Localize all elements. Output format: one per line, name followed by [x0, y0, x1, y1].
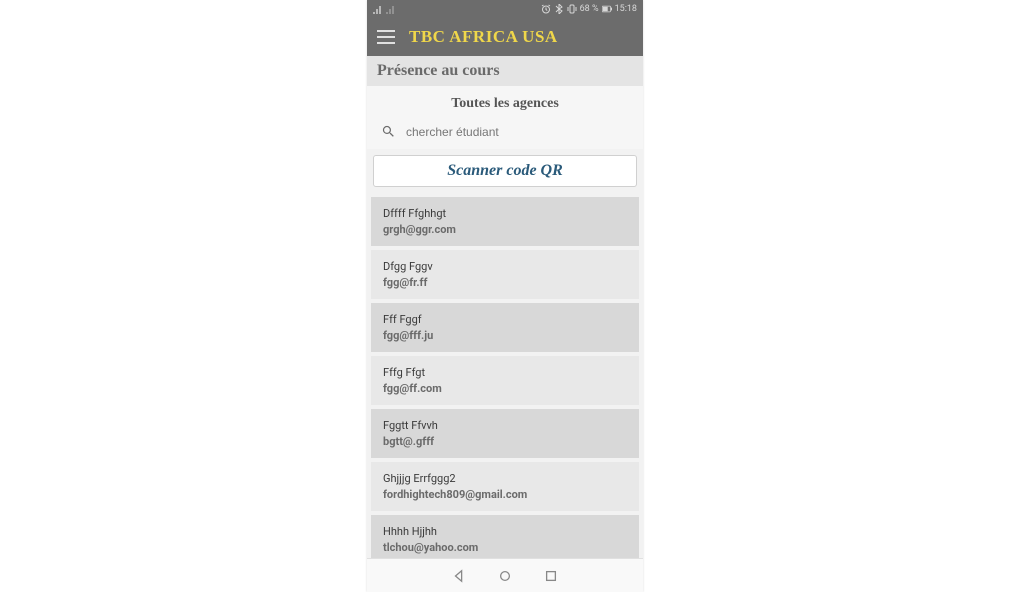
status-bar: 68 % 15:18 — [367, 0, 643, 18]
android-navbar — [367, 558, 643, 592]
signal-icon-2 — [386, 4, 396, 14]
alarm-icon — [541, 4, 551, 14]
student-name: Fffg Ffgt — [383, 366, 627, 379]
search-row — [367, 120, 643, 149]
menu-icon[interactable] — [377, 30, 395, 44]
battery-icon — [602, 4, 612, 14]
back-icon[interactable] — [452, 569, 466, 583]
student-name: Dfgg Fggv — [383, 260, 627, 273]
student-email: bgtt@.gfff — [383, 435, 627, 448]
agencies-label[interactable]: Toutes les agences — [367, 86, 643, 120]
phone-frame: 68 % 15:18 TBC AFRICA USA Présence au co… — [367, 0, 643, 592]
student-email: fordhightech809@gmail.com — [383, 488, 627, 501]
list-item[interactable]: Ghjjjg Errfggg2 fordhightech809@gmail.co… — [371, 462, 639, 511]
student-name: Ghjjjg Errfggg2 — [383, 472, 627, 485]
student-name: Fggtt Ffvvh — [383, 419, 627, 432]
home-icon[interactable] — [498, 569, 512, 583]
recent-icon[interactable] — [544, 569, 558, 583]
battery-percent: 68 % — [580, 4, 599, 14]
bluetooth-icon — [554, 4, 564, 14]
list-item[interactable]: Hhhh Hjjhh tlchou@yahoo.com — [371, 515, 639, 558]
list-item[interactable]: Dffff Ffghhgt grgh@ggr.com — [371, 197, 639, 246]
list-item[interactable]: Dfgg Fggv fgg@fr.ff — [371, 250, 639, 299]
scan-qr-button[interactable]: Scanner code QR — [373, 155, 637, 187]
vibrate-icon — [567, 4, 577, 14]
student-email: grgh@ggr.com — [383, 223, 627, 236]
search-icon — [381, 124, 396, 139]
list-item[interactable]: Fffg Ffgt fgg@ff.com — [371, 356, 639, 405]
signal-icon — [373, 4, 383, 14]
student-email: fgg@fr.ff — [383, 276, 627, 289]
search-input[interactable] — [406, 125, 629, 139]
app-bar: TBC AFRICA USA — [367, 18, 643, 56]
list-item[interactable]: Fggtt Ffvvh bgtt@.gfff — [371, 409, 639, 458]
student-name: Hhhh Hjjhh — [383, 525, 627, 538]
list-item[interactable]: Fff Fggf fgg@fff.ju — [371, 303, 639, 352]
student-name: Dffff Ffghhgt — [383, 207, 627, 220]
student-email: tlchou@yahoo.com — [383, 541, 627, 554]
student-list: Dffff Ffghhgt grgh@ggr.com Dfgg Fggv fgg… — [367, 197, 643, 558]
app-title: TBC AFRICA USA — [409, 27, 558, 47]
student-email: fgg@fff.ju — [383, 329, 627, 342]
student-name: Fff Fggf — [383, 313, 627, 326]
page-title: Présence au cours — [367, 56, 643, 86]
student-email: fgg@ff.com — [383, 382, 627, 395]
clock-time: 15:18 — [615, 4, 637, 14]
